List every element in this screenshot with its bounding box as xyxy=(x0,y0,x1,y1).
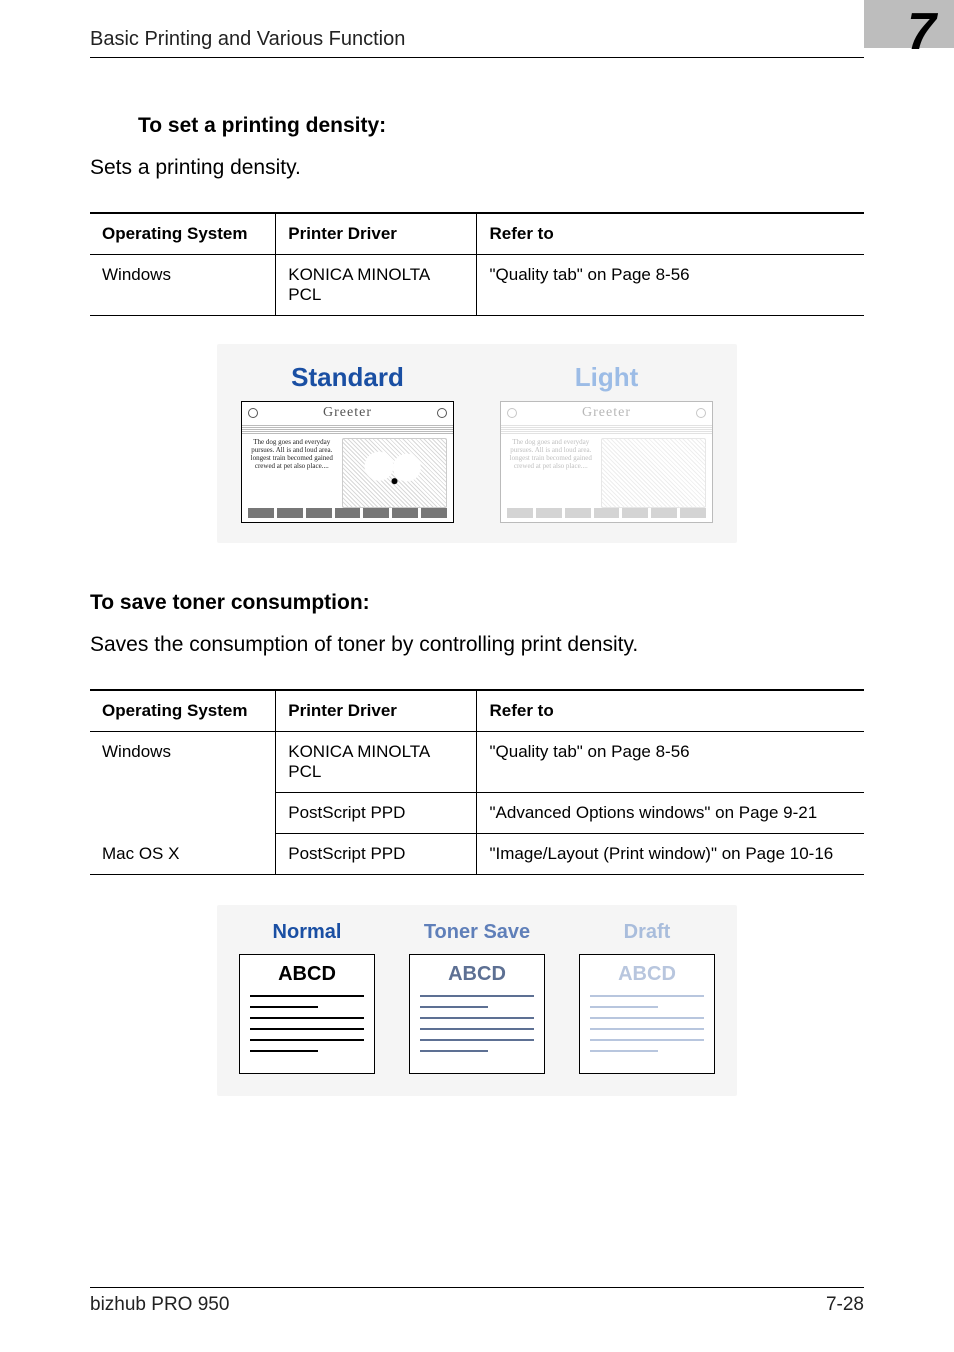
table-header-driver: Printer Driver xyxy=(276,213,477,255)
toner-sample-text: ABCD xyxy=(590,963,704,985)
chapter-number: 7 xyxy=(907,6,936,58)
footer-right: 7-28 xyxy=(826,1294,864,1316)
pattern-band xyxy=(501,424,712,434)
toner-normal-label: Normal xyxy=(239,921,375,944)
cell-refer: "Image/Layout (Print window)" on Page 10… xyxy=(477,834,864,875)
cell-driver: PostScript PPD xyxy=(276,834,477,875)
cell-refer: "Quality tab" on Page 8-56 xyxy=(477,255,864,316)
table-row: Windows KONICA MINOLTA PCL "Quality tab"… xyxy=(90,732,864,793)
ring-icon xyxy=(248,408,258,418)
toner-illustration: Normal ABCD Toner Save ABCD Dr xyxy=(217,905,737,1096)
illus-light-col: Light Greeter The dog goes and everyday … xyxy=(500,362,713,523)
ring-icon xyxy=(437,408,447,418)
section2-heading: To save toner consumption: xyxy=(90,591,864,615)
text-lines-icon xyxy=(250,995,364,1052)
section2-table: Operating System Printer Driver Refer to… xyxy=(90,689,864,875)
swatch-strip xyxy=(507,508,706,518)
illus-standard-sample: Greeter The dog goes and everyday pursue… xyxy=(241,401,454,523)
toner-normal-sample: ABCD xyxy=(239,954,375,1074)
toner-save-sample: ABCD xyxy=(409,954,545,1074)
toner-save-label: Toner Save xyxy=(409,921,545,944)
table-header-refer: Refer to xyxy=(477,213,864,255)
section1-table: Operating System Printer Driver Refer to… xyxy=(90,212,864,316)
toner-draft-label: Draft xyxy=(579,921,715,944)
table-header-os: Operating System xyxy=(90,213,276,255)
text-lines-icon xyxy=(590,995,704,1052)
pattern-band xyxy=(242,424,453,434)
dog-image-icon xyxy=(601,438,706,508)
cell-refer: "Quality tab" on Page 8-56 xyxy=(477,732,864,793)
table-row: Windows KONICA MINOLTA PCL "Quality tab"… xyxy=(90,255,864,316)
cell-driver: KONICA MINOLTA PCL xyxy=(276,255,477,316)
cell-refer: "Advanced Options windows" on Page 9-21 xyxy=(477,793,864,834)
table-header-driver: Printer Driver xyxy=(276,690,477,732)
text-lines-icon xyxy=(420,995,534,1052)
swatch-strip xyxy=(248,508,447,518)
chapter-number-box: 7 xyxy=(864,0,954,48)
illus-sample-text: The dog goes and everyday pursues. All i… xyxy=(507,438,595,508)
toner-sample-text: ABCD xyxy=(420,963,534,985)
cell-os: Windows xyxy=(90,255,276,316)
illus-greeter-word: Greeter xyxy=(582,405,631,421)
illus-standard-label: Standard xyxy=(241,362,454,393)
dog-image-icon xyxy=(342,438,447,508)
chapter-badge: 7 xyxy=(864,0,954,48)
page-footer: bizhub PRO 950 7-28 xyxy=(90,1287,864,1316)
toner-save-col: Toner Save ABCD xyxy=(409,921,545,1074)
illus-sample-text: The dog goes and everyday pursues. All i… xyxy=(248,438,336,508)
header-section-title: Basic Printing and Various Function xyxy=(90,28,405,51)
toner-draft-col: Draft ABCD xyxy=(579,921,715,1074)
section2-body: Saves the consumption of toner by contro… xyxy=(90,633,864,657)
cell-os: Windows xyxy=(90,732,276,834)
toner-normal-col: Normal ABCD xyxy=(239,921,375,1074)
illus-standard-col: Standard Greeter The dog goes and everyd… xyxy=(241,362,454,523)
cell-driver: KONICA MINOLTA PCL xyxy=(276,732,477,793)
table-row: Mac OS X PostScript PPD "Image/Layout (P… xyxy=(90,834,864,875)
cell-os: Mac OS X xyxy=(90,834,276,875)
ring-icon xyxy=(507,408,517,418)
table-header-refer: Refer to xyxy=(477,690,864,732)
page: Basic Printing and Various Function 7 To… xyxy=(0,0,954,1352)
toner-sample-text: ABCD xyxy=(250,963,364,985)
table-header-os: Operating System xyxy=(90,690,276,732)
page-header: Basic Printing and Various Function 7 xyxy=(90,0,864,51)
illus-greeter-word: Greeter xyxy=(323,405,372,421)
footer-rule xyxy=(90,1287,864,1288)
ring-icon xyxy=(696,408,706,418)
illus-light-sample: Greeter The dog goes and everyday pursue… xyxy=(500,401,713,523)
section1-body: Sets a printing density. xyxy=(90,156,864,180)
footer-left: bizhub PRO 950 xyxy=(90,1294,229,1316)
density-illustration: Standard Greeter The dog goes and everyd… xyxy=(217,344,737,543)
cell-driver: PostScript PPD xyxy=(276,793,477,834)
header-rule xyxy=(90,57,864,58)
section1-heading: To set a printing density: xyxy=(138,114,864,138)
illus-light-label: Light xyxy=(500,362,713,393)
toner-draft-sample: ABCD xyxy=(579,954,715,1074)
